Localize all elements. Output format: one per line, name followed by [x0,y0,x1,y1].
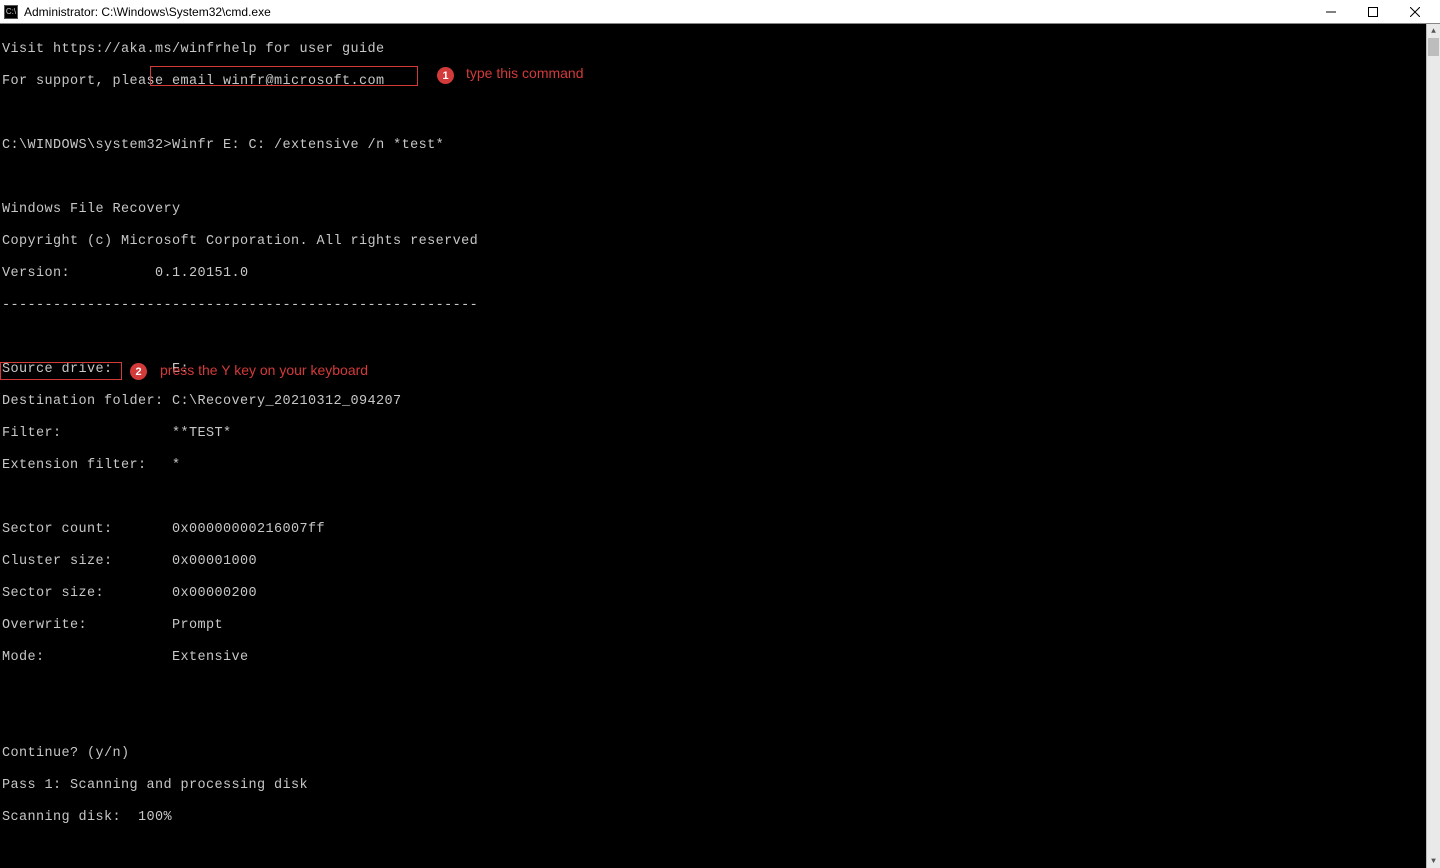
config-mode: Mode: Extensive [2,650,1424,666]
copyright-line: Copyright (c) Microsoft Corporation. All… [2,234,1424,250]
scrollbar-thumb[interactable] [1428,38,1439,56]
version-line: Version: 0.1.20151.0 [2,266,1424,282]
annotation-text-1: type this command [466,65,584,81]
continue-prompt: Continue? (y/n) [2,746,1424,762]
scrollbar[interactable]: ▲ ▼ [1426,24,1440,868]
config-cluster-size: Cluster size: 0x00001000 [2,554,1424,570]
pass1-line: Pass 1: Scanning and processing disk [2,778,1424,794]
help-line: Visit https://aka.ms/winfrhelp for user … [2,42,1424,58]
program-name: Windows File Recovery [2,202,1424,218]
scrollbar-up-arrow-icon[interactable]: ▲ [1427,24,1440,38]
prompt-path: C:\WINDOWS\system32> [2,138,172,153]
scrollbar-down-arrow-icon[interactable]: ▼ [1427,854,1440,868]
annotation-text-2: press the Y key on your keyboard [160,362,368,378]
annotation-badge-2: 2 [130,363,147,380]
maximize-button[interactable] [1352,0,1394,24]
close-button[interactable] [1394,0,1436,24]
divider: ----------------------------------------… [2,298,1424,314]
config-ext-filter: Extension filter: * [2,458,1424,474]
window-titlebar: C:\ Administrator: C:\Windows\System32\c… [0,0,1440,24]
minimize-button[interactable] [1310,0,1352,24]
config-sector-count: Sector count: 0x00000000216007ff [2,522,1424,538]
config-destination: Destination folder: C:\Recovery_20210312… [2,394,1424,410]
annotation-badge-1: 1 [437,67,454,84]
cmd-icon: C:\ [4,5,18,19]
window-title: Administrator: C:\Windows\System32\cmd.e… [24,5,271,19]
config-sector-size: Sector size: 0x00000200 [2,586,1424,602]
typed-command: Winfr E: C: /extensive /n *test* [172,138,444,153]
config-overwrite: Overwrite: Prompt [2,618,1424,634]
config-filter: Filter: **TEST* [2,426,1424,442]
help-line: For support, please email winfr@microsof… [2,74,1424,90]
terminal-output[interactable]: Visit https://aka.ms/winfrhelp for user … [0,24,1426,868]
prompt-line: C:\WINDOWS\system32>Winfr E: C: /extensi… [2,138,1424,154]
scanning-line: Scanning disk: 100% [2,810,1424,826]
